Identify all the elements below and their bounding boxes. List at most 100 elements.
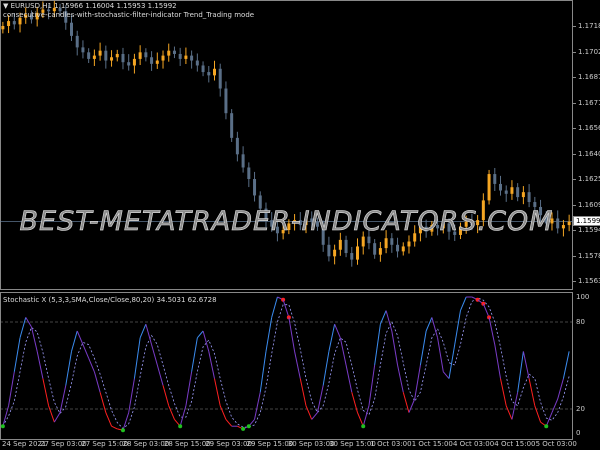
stochastic-segment [151, 344, 158, 366]
stochastic-segment [208, 351, 215, 379]
stochastic-segment [322, 351, 330, 386]
level-label: 100 [576, 293, 590, 301]
stochastic-segment [282, 299, 290, 318]
stochastic-segment [19, 317, 27, 338]
stochastic-segment [13, 337, 21, 372]
level-label: 0 [576, 429, 581, 437]
price-tick [573, 26, 576, 27]
stochastic-segment [374, 324, 381, 366]
stochastic-segment [122, 412, 130, 431]
stochastic-segment [517, 351, 524, 393]
time-label: 1 Oct 15:00 [411, 440, 453, 448]
price-label: 1.16405 [578, 149, 600, 158]
stochastic-segment [414, 364, 421, 400]
stochastic-segment [425, 317, 433, 332]
price-tick [573, 179, 576, 180]
price-label: 1.17025 [578, 47, 600, 56]
stochastic-segment [397, 364, 404, 393]
current-price-tag: 1.15992 [573, 216, 600, 226]
stochastic-segment [494, 344, 501, 379]
price-label: 1.15785 [578, 251, 600, 260]
stochastic-segment [288, 317, 296, 352]
stochastic-segment [459, 296, 467, 311]
stochastic-segment [185, 371, 193, 406]
time-label: 30 Sep 15:00 [329, 440, 376, 448]
price-label: 1.15940 [578, 226, 600, 234]
price-label: 1.16715 [578, 98, 600, 107]
price-label: 1.16870 [578, 73, 600, 81]
stochastic-segment [168, 405, 175, 420]
stochastic-segment [305, 405, 313, 420]
time-label: 4 Oct 15:00 [494, 440, 536, 448]
buy-signal-dot [120, 428, 125, 433]
stochastic-segment [345, 364, 353, 393]
stochastic-segment [105, 412, 113, 427]
time-label: 1 Oct 03:00 [370, 440, 412, 448]
stochastic-segment [71, 330, 78, 352]
stochastic-segment [111, 425, 118, 430]
stochastic-segment [259, 351, 267, 393]
stochastic-segment [391, 330, 399, 366]
price-tick [573, 153, 576, 155]
stochastic-segment [93, 371, 101, 393]
stochastic-segment [431, 317, 439, 338]
stochastic-segment [133, 337, 141, 379]
stochastic-segment [128, 378, 135, 413]
price-label: 1.16560 [578, 124, 600, 132]
stochastic-segment [214, 378, 221, 406]
stochastic-segment [219, 405, 227, 420]
time-label: 27 Sep 03:00 [40, 440, 87, 448]
stochastic-segment [59, 385, 67, 413]
stochastic-segment [557, 378, 564, 400]
stochastic-segment [42, 378, 50, 406]
buy-signal-dot [241, 426, 246, 431]
stochastic-segment [162, 385, 170, 406]
stochastic-segment [454, 310, 461, 345]
stochastic-segment [8, 371, 15, 406]
price-tick [573, 204, 576, 206]
stochastic-segment [419, 330, 427, 366]
price-tick [573, 77, 576, 78]
stochastic-segment [65, 351, 72, 386]
buy-signal-dot [544, 424, 549, 429]
stochastic-segment [30, 326, 38, 352]
stochastic-segment [48, 405, 55, 423]
stochastic-segment [191, 337, 198, 372]
stochastic-segment [351, 392, 358, 413]
stochastic-segment [294, 351, 301, 379]
stochastic-segment [534, 405, 542, 423]
stochastic-segment [408, 398, 416, 413]
stochastic-segment [562, 351, 570, 379]
price-tick [573, 51, 576, 53]
price-tick [573, 255, 576, 257]
stochastic-segment [311, 412, 318, 420]
stochastic-segment [334, 324, 341, 338]
stochastic-label: Stochastic X (5,3,3,SMA,Close/Close,80,2… [3, 296, 217, 304]
level-label: 20 [576, 405, 585, 413]
stochastic-segment [368, 364, 376, 406]
indicator-name: consecutive-candles-with-stochastic-filt… [3, 11, 255, 19]
price-tick [573, 281, 576, 282]
watermark: BEST-METATRADER-INDICATORS.COM [19, 206, 554, 238]
stochastic-segment [442, 371, 450, 379]
stochastic-segment [265, 317, 273, 352]
stochastic-segment [522, 351, 530, 379]
stochastic-segment [357, 412, 364, 427]
price-label: 1.15630 [578, 277, 600, 285]
buy-signal-dot [0, 424, 5, 429]
time-label: 29 Sep 03:00 [205, 440, 252, 448]
stochastic-segment [528, 378, 536, 406]
stochastic-segment [88, 358, 95, 372]
buy-signal-dot [246, 424, 251, 429]
time-label: 28 Sep 15:00 [163, 440, 211, 448]
stochastic-segment [82, 344, 90, 359]
stochastic-segment [99, 392, 107, 413]
buy-signal-dot [361, 424, 366, 429]
stochastic-segment [328, 324, 336, 352]
stochastic-segment [76, 330, 84, 345]
symbol-info: ▼ EURUSD,H1 1.15966 1.16004 1.15953 1.15… [3, 2, 177, 10]
time-label: 4 Oct 03:00 [453, 440, 495, 448]
stochastic-segment [271, 296, 278, 318]
buy-signal-dot [178, 424, 183, 429]
stochastic-segment [196, 330, 204, 339]
